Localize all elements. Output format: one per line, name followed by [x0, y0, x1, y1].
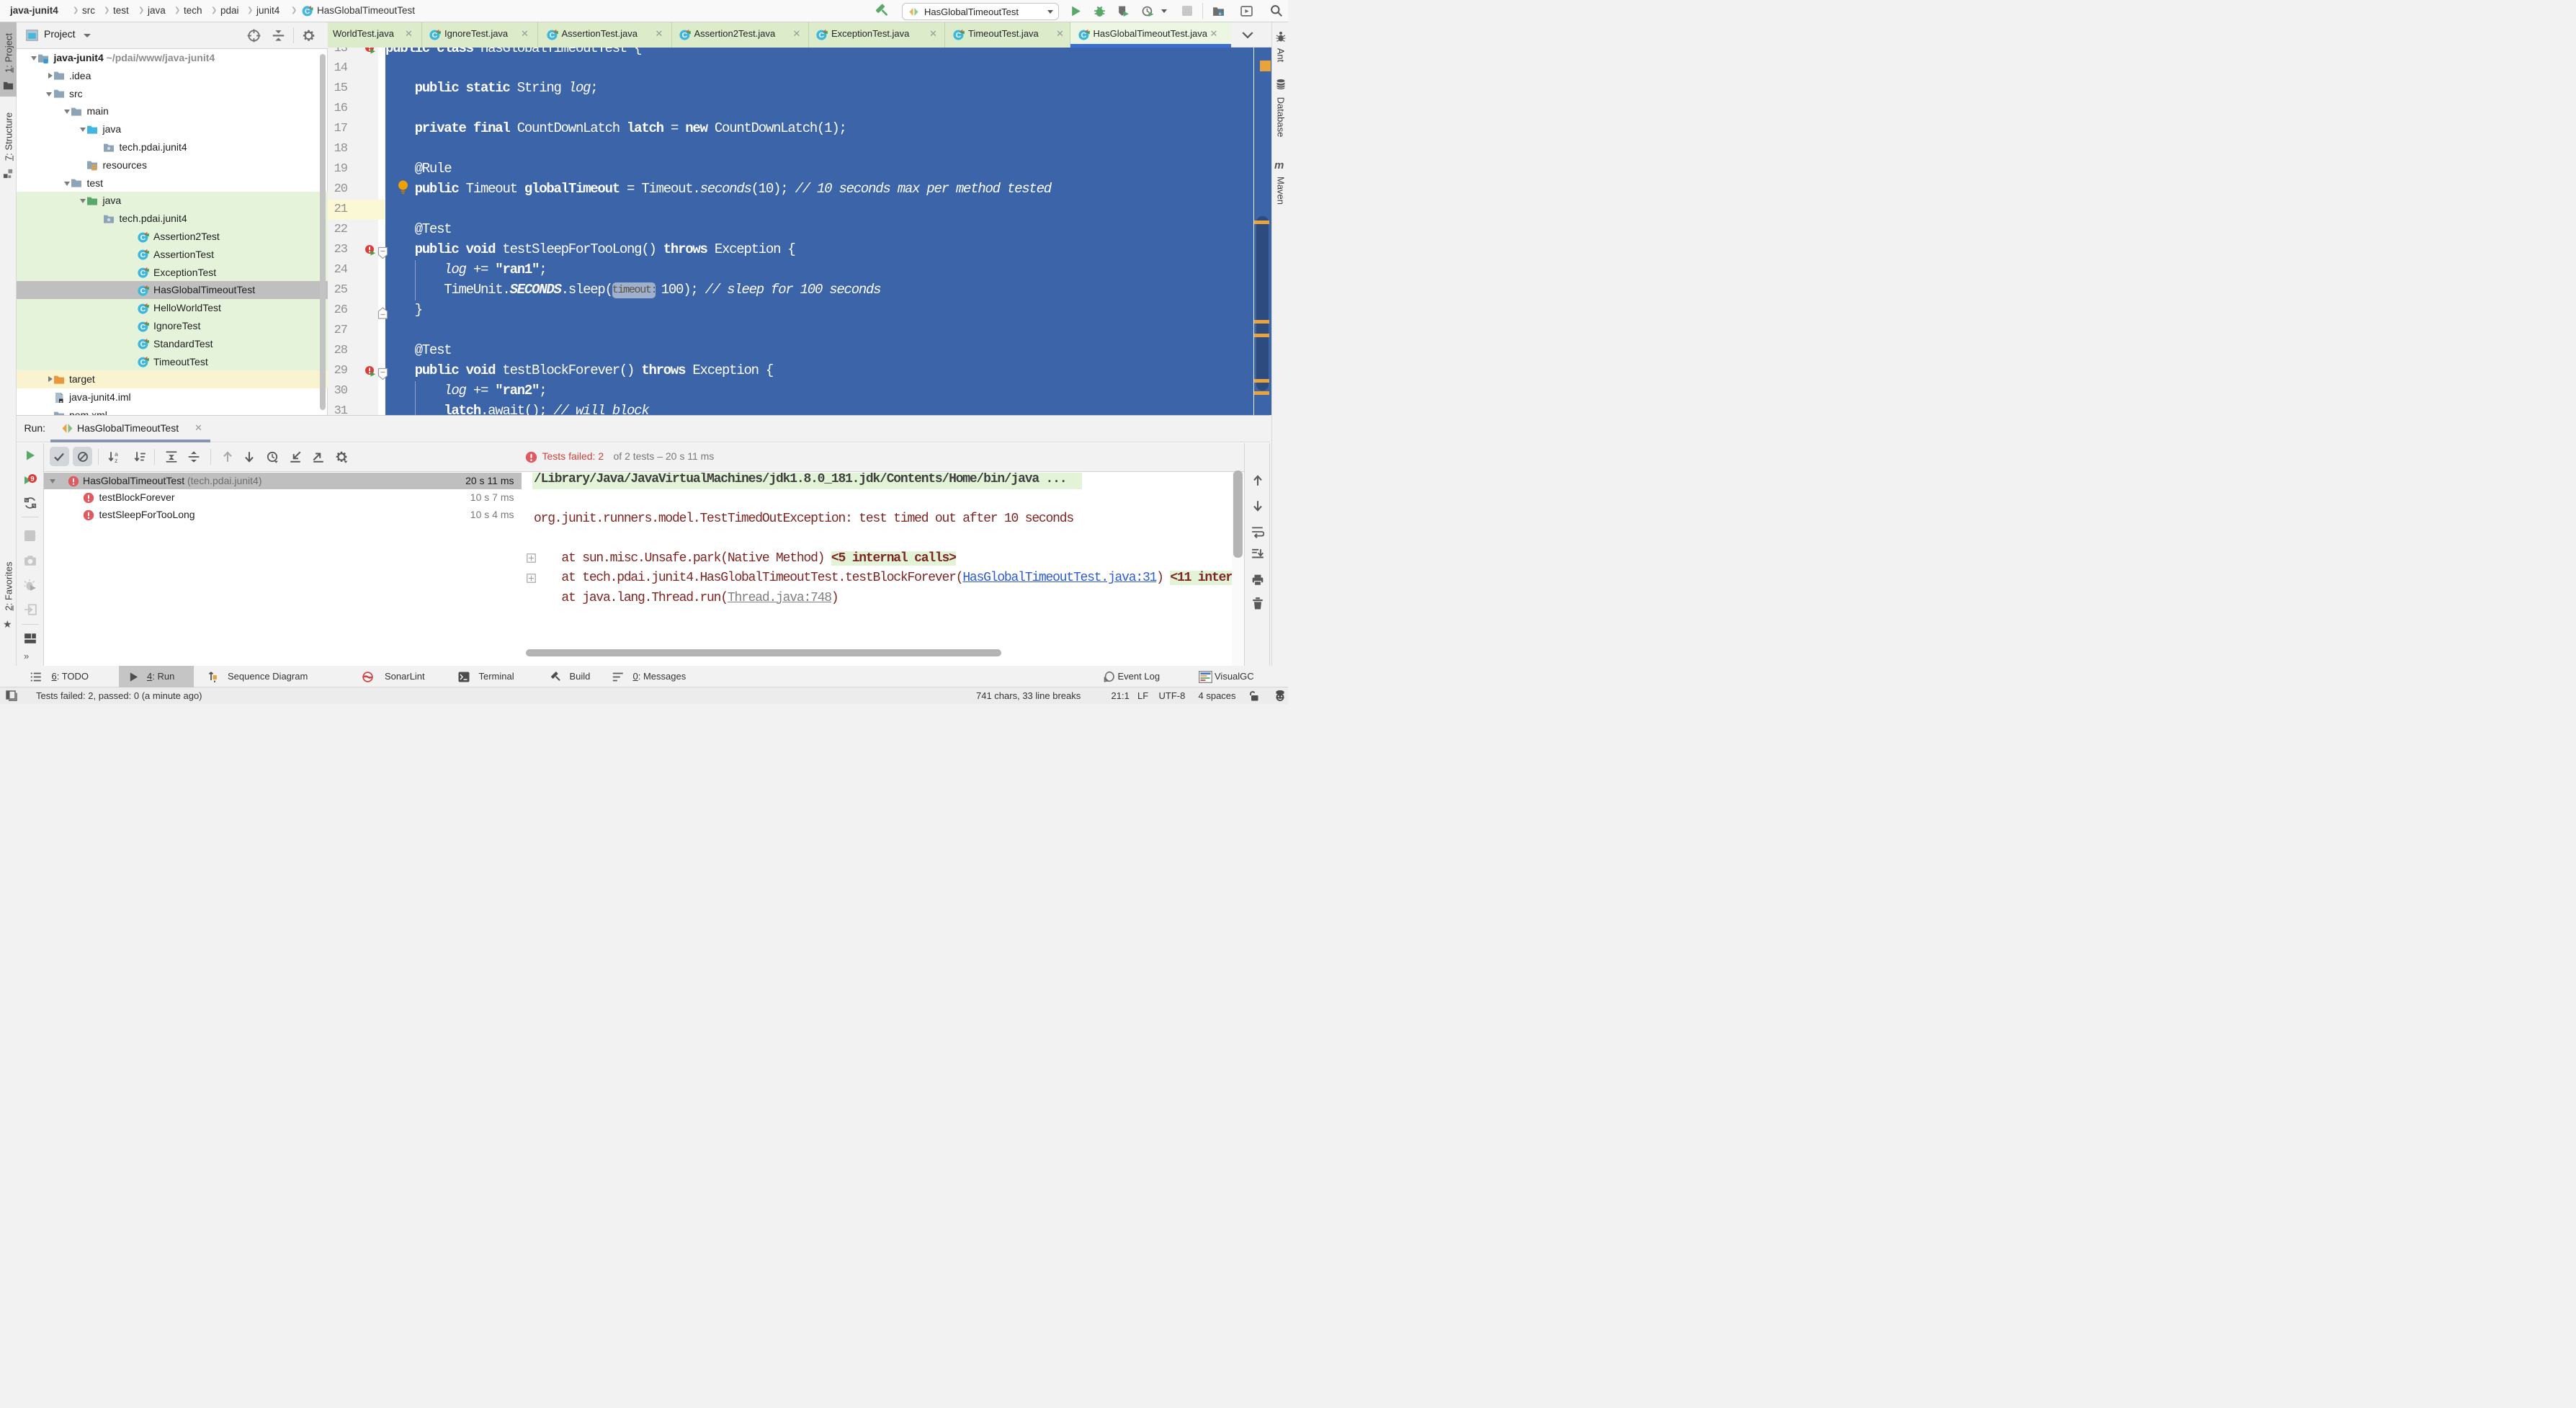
svg-text:C: C — [305, 8, 310, 16]
svg-text:9: 9 — [30, 475, 34, 483]
svg-text:z: z — [115, 456, 117, 463]
